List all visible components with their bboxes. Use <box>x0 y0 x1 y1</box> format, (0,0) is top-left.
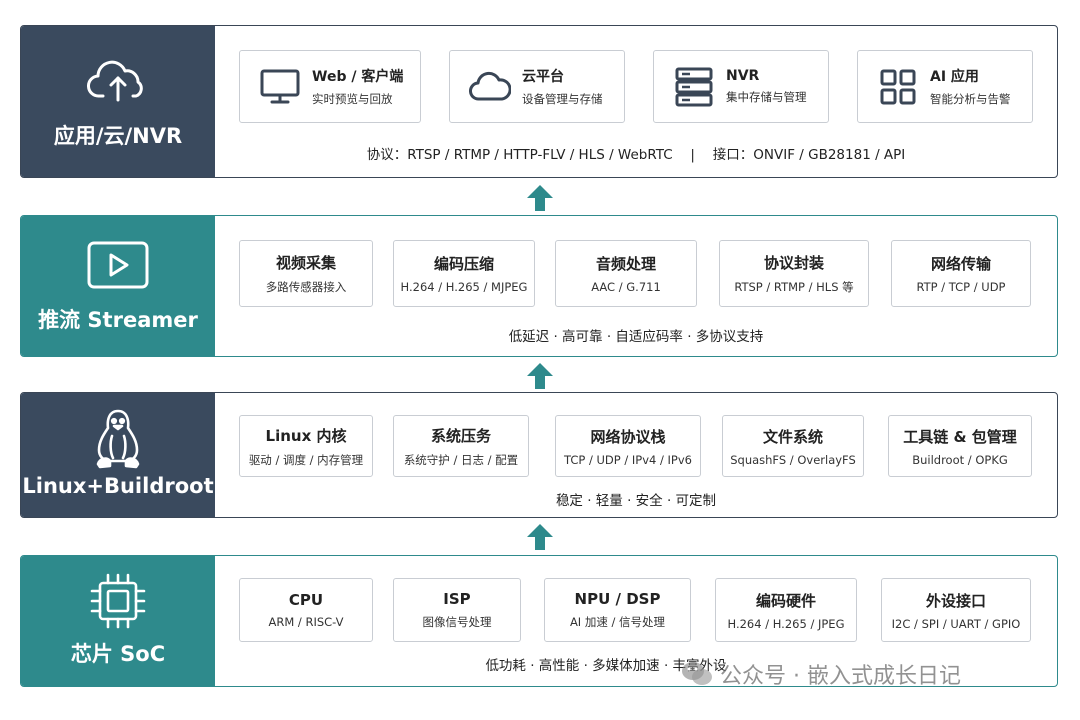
linux-penguin-icon <box>87 409 149 469</box>
card-web-client: Web / 客户端 实时预览与回放 <box>239 50 421 123</box>
chip-icon <box>87 573 149 629</box>
card-title: 外设接口 <box>925 591 986 610</box>
layer-soc-title: 芯片 SoC <box>70 642 166 666</box>
card-network-transport: 网络传输 RTP / TCP / UDP <box>891 240 1031 307</box>
layer-application-side: 应用/云/NVR <box>21 26 215 177</box>
layer-linux-footer: 稳定 · 轻量 · 安全 · 可定制 <box>555 493 717 509</box>
card-title: ISP <box>443 590 471 608</box>
layer-streamer-footer: 低延迟 · 高可靠 · 自适应码率 · 多协议支持 <box>508 329 764 345</box>
card-subtitle: AI 加速 / 信号处理 <box>569 615 666 629</box>
wechat-icon <box>682 662 712 685</box>
card-protocol-packaging: 协议封装 RTSP / RTMP / HLS 等 <box>719 240 869 307</box>
card-video-capture: 视频采集 多路传感器接入 <box>239 240 373 307</box>
arrow-up-icon <box>527 363 553 389</box>
card-peripheral-interfaces: 外设接口 I2C / SPI / UART / GPIO <box>881 578 1031 642</box>
card-subtitle: 设备管理与存储 <box>522 92 603 106</box>
card-subtitle: RTP / TCP / UDP <box>916 280 1006 294</box>
card-subtitle: H.264 / H.265 / JPEG <box>727 616 845 631</box>
card-ai-application: AI 应用 智能分析与告警 <box>857 50 1033 123</box>
layer-linux-content: Linux 内核 驱动 / 调度 / 内存管理 系统压务 系统守护 / 日志 /… <box>215 393 1057 517</box>
card-subtitle: 集中存储与管理 <box>726 90 807 104</box>
card-title: 网络传输 <box>930 255 991 273</box>
card-encoding-hardware: 编码硬件 H.264 / H.265 / JPEG <box>715 578 857 642</box>
layer-linux: Linux+Buildroot Linux 内核 驱动 / 调度 / 内存管理 … <box>20 392 1058 518</box>
card-isp: ISP 图像信号处理 <box>393 578 521 642</box>
card-network-stack: 网络协议栈 TCP / UDP / IPv4 / IPv6 <box>555 415 701 477</box>
arrow-up-icon <box>527 524 553 550</box>
card-nvr: NVR 集中存储与管理 <box>653 50 829 123</box>
card-linux-kernel: Linux 内核 驱动 / 调度 / 内存管理 <box>239 415 373 477</box>
card-subtitle: AAC / G.711 <box>591 280 661 294</box>
card-toolchain: 工具链 & 包管理 Buildroot / OPKG <box>888 415 1032 477</box>
play-icon <box>87 238 149 292</box>
card-subtitle: 图像信号处理 <box>422 615 492 629</box>
card-subtitle: 驱动 / 调度 / 内存管理 <box>248 452 364 467</box>
card-system-services: 系统压务 系统守护 / 日志 / 配置 <box>393 415 529 477</box>
card-title: 文件系统 <box>762 427 823 446</box>
card-file-system: 文件系统 SquashFS / OverlayFS <box>722 415 864 477</box>
card-title: 工具链 & 包管理 <box>903 427 1017 446</box>
card-cloud-platform: 云平台 设备管理与存储 <box>449 50 625 123</box>
card-title: 音频处理 <box>595 255 656 273</box>
card-title: 网络协议栈 <box>590 427 666 446</box>
grid-icon <box>876 67 920 107</box>
card-title: AI 应用 <box>930 69 979 85</box>
layer-streamer-content: 视频采集 多路传感器接入 编码压缩 H.264 / H.265 / MJPEG … <box>215 216 1057 356</box>
card-subtitle: 智能分析与告警 <box>930 92 1011 106</box>
card-title: 云平台 <box>522 69 564 85</box>
card-title: 协议封装 <box>763 254 824 272</box>
card-subtitle: TCP / UDP / IPv4 / IPv6 <box>564 452 692 467</box>
layer-application: 应用/云/NVR Web / 客户端 实时预览与回放 云平台 设备管理与存储 N… <box>20 25 1058 178</box>
card-encoding: 编码压缩 H.264 / H.265 / MJPEG <box>393 240 535 307</box>
layer-streamer-title: 推流 Streamer <box>38 308 198 332</box>
card-cpu: CPU ARM / RISC-V <box>239 578 373 642</box>
card-subtitle: ARM / RISC-V <box>268 615 344 629</box>
cloud-upload-icon <box>87 54 149 108</box>
card-title: Web / 客户端 <box>312 69 404 85</box>
server-icon <box>672 67 716 107</box>
monitor-icon <box>258 67 302 107</box>
card-title: Linux 内核 <box>265 426 347 445</box>
card-subtitle: 系统守护 / 日志 / 配置 <box>403 452 519 467</box>
card-subtitle: SquashFS / OverlayFS <box>730 452 856 467</box>
layer-linux-title: Linux+Buildroot <box>22 474 214 498</box>
card-subtitle: Buildroot / OPKG <box>912 452 1008 467</box>
card-npu-dsp: NPU / DSP AI 加速 / 信号处理 <box>544 578 691 642</box>
card-title: CPU <box>288 591 324 609</box>
watermark: 公众号 · 嵌入式成长日记 <box>680 658 961 690</box>
card-title: 编码压缩 <box>433 255 494 273</box>
card-title: NVR <box>726 68 760 84</box>
layer-streamer-side: 推流 Streamer <box>21 216 215 356</box>
card-subtitle: I2C / SPI / UART / GPIO <box>891 616 1021 631</box>
card-subtitle: 多路传感器接入 <box>265 280 347 294</box>
arrow-up-icon <box>527 185 553 211</box>
card-subtitle: RTSP / RTMP / HLS 等 <box>734 280 854 294</box>
cloud-icon <box>468 67 512 107</box>
layer-application-content: Web / 客户端 实时预览与回放 云平台 设备管理与存储 NVR 集中存储与管… <box>215 26 1057 177</box>
watermark-text: 公众号 · 嵌入式成长日记 <box>720 664 961 689</box>
card-title: 编码硬件 <box>755 591 816 610</box>
card-title: 视频采集 <box>275 254 336 272</box>
layer-linux-side: Linux+Buildroot <box>21 393 215 517</box>
layer-application-footer: 协议：RTSP / RTMP / HTTP-FLV / HLS / WebRTC… <box>366 147 906 163</box>
card-title: NPU / DSP <box>574 590 661 608</box>
card-subtitle: 实时预览与回放 <box>312 92 393 106</box>
card-title: 系统压务 <box>430 426 491 445</box>
layer-streamer: 推流 Streamer 视频采集 多路传感器接入 编码压缩 H.264 / H.… <box>20 215 1058 357</box>
card-audio-processing: 音频处理 AAC / G.711 <box>555 240 697 307</box>
card-subtitle: H.264 / H.265 / MJPEG <box>400 280 528 294</box>
layer-application-title: 应用/云/NVR <box>53 123 183 148</box>
